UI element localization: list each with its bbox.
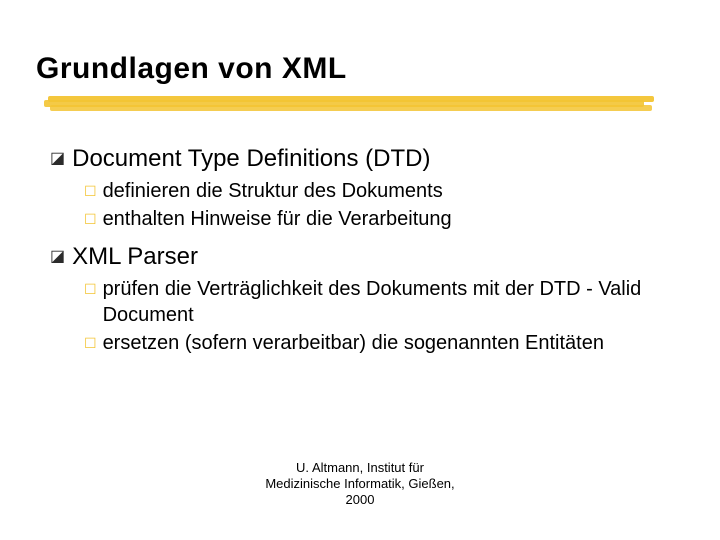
bullet-text: definieren die Struktur des Dokuments: [103, 178, 644, 204]
slide: Grundlagen von XML ◪ Document Type Defin…: [0, 0, 720, 540]
footer-line: 2000: [0, 492, 720, 508]
bullet-icon: ◪: [50, 242, 65, 272]
title-underline: [44, 96, 654, 116]
slide-footer: U. Altmann, Institut für Medizinische In…: [0, 460, 720, 508]
slide-content: ◪ Document Type Definitions (DTD) ☐ defi…: [36, 144, 684, 356]
bullet-level2: ☐ definieren die Struktur des Dokuments: [84, 178, 644, 204]
sub-list: ☐ prüfen die Verträglichkeit des Dokumen…: [50, 276, 644, 356]
bullet-icon: ☐: [84, 330, 97, 356]
slide-title: Grundlagen von XML: [36, 52, 684, 86]
bullet-text: prüfen die Verträglichkeit des Dokuments…: [103, 276, 644, 328]
bullet-icon: ☐: [84, 178, 97, 204]
underline-stroke: [50, 105, 652, 111]
bullet-icon: ☐: [84, 276, 97, 302]
bullet-level2: ☐ prüfen die Verträglichkeit des Dokumen…: [84, 276, 644, 328]
sub-list: ☐ definieren die Struktur des Dokuments …: [50, 178, 644, 232]
bullet-text: XML Parser: [72, 242, 198, 272]
footer-line: U. Altmann, Institut für: [0, 460, 720, 476]
footer-line: Medizinische Informatik, Gießen,: [0, 476, 720, 492]
bullet-icon: ☐: [84, 206, 97, 232]
bullet-text: enthalten Hinweise für die Verarbeitung: [103, 206, 644, 232]
bullet-level1: ◪ Document Type Definitions (DTD): [50, 144, 644, 174]
bullet-text: Document Type Definitions (DTD): [72, 144, 430, 174]
bullet-text: ersetzen (sofern verarbeitbar) die sogen…: [103, 330, 644, 356]
bullet-level2: ☐ ersetzen (sofern verarbeitbar) die sog…: [84, 330, 644, 356]
bullet-level2: ☐ enthalten Hinweise für die Verarbeitun…: [84, 206, 644, 232]
bullet-icon: ◪: [50, 144, 65, 174]
bullet-level1: ◪ XML Parser: [50, 242, 644, 272]
